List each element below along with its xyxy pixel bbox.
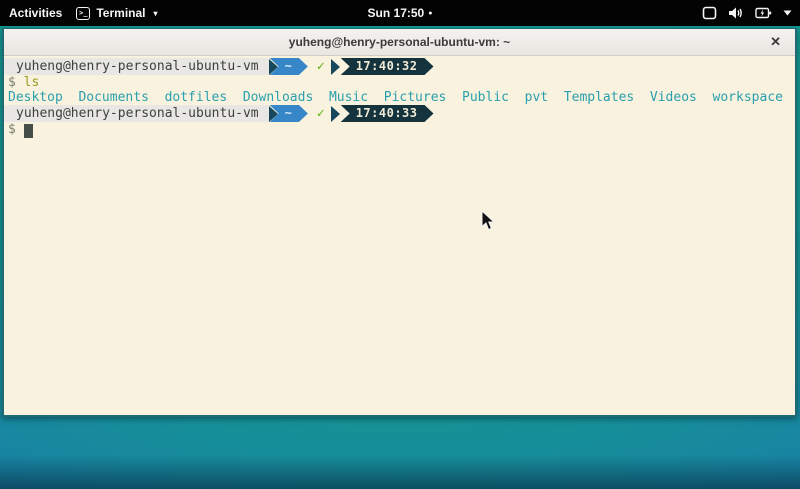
directory-name: Templates — [564, 90, 634, 105]
directory-name: Music — [329, 90, 368, 105]
directory-name: Desktop — [8, 90, 63, 105]
system-chevron-down-icon — [783, 10, 792, 16]
clock-button[interactable]: Sun 17:50 ● — [0, 6, 800, 20]
directory-name: Documents — [78, 90, 148, 105]
directory-name: Pictures — [384, 90, 447, 105]
prompt-time-segment: 17:40:33 — [341, 105, 434, 122]
command-line: $ ls — [4, 75, 795, 90]
prompt-line: yuheng@henry-personal-ubuntu-vm ~ ✓ 17:4… — [4, 105, 795, 122]
clock-label: Sun 17:50 — [368, 6, 425, 20]
prompt-user-host: yuheng@henry-personal-ubuntu-vm — [4, 58, 269, 75]
terminal-window: yuheng@henry-personal-ubuntu-vm: ~ ✕ yuh… — [2, 28, 797, 417]
directory-name: dotfiles — [165, 90, 228, 105]
prompt-line: yuheng@henry-personal-ubuntu-vm ~ ✓ 17:4… — [4, 58, 795, 75]
top-bar: Activities >_ Terminal ▾ Sun 17:50 ● — [0, 0, 800, 26]
prompt-status-check-icon: ✓ — [308, 105, 331, 122]
text-cursor-block — [24, 124, 33, 138]
ls-output-row: Desktop Documents dotfiles Downloads Mus… — [4, 90, 795, 105]
input-line[interactable]: $ — [4, 122, 795, 137]
notification-dot-icon: ● — [428, 10, 432, 17]
close-button[interactable]: ✕ — [770, 29, 781, 55]
mouse-pointer-icon — [481, 210, 495, 231]
display-icon — [702, 6, 717, 20]
volume-icon — [728, 6, 744, 20]
window-title: yuheng@henry-personal-ubuntu-vm: ~ — [289, 35, 510, 49]
typed-command: ls — [24, 75, 40, 90]
shell-prompt-symbol: $ — [8, 122, 16, 137]
directory-name: Videos — [650, 90, 697, 105]
directory-name: Public — [462, 90, 509, 105]
prompt-user-host: yuheng@henry-personal-ubuntu-vm — [4, 105, 269, 122]
terminal-viewport[interactable]: yuheng@henry-personal-ubuntu-vm ~ ✓ 17:4… — [4, 56, 795, 415]
directory-name: Downloads — [243, 90, 313, 105]
powerline-chevron-icon — [331, 59, 340, 75]
directory-name: pvt — [525, 90, 548, 105]
window-titlebar[interactable]: yuheng@henry-personal-ubuntu-vm: ~ ✕ — [4, 29, 795, 56]
system-status-area[interactable] — [702, 0, 792, 26]
shell-prompt-symbol: $ — [8, 75, 16, 90]
prompt-time-segment: 17:40:32 — [341, 58, 434, 75]
powerline-chevron-icon — [331, 106, 340, 122]
prompt-status-check-icon: ✓ — [308, 58, 331, 75]
directory-name: workspace — [713, 90, 783, 105]
battery-charging-icon — [755, 6, 772, 20]
